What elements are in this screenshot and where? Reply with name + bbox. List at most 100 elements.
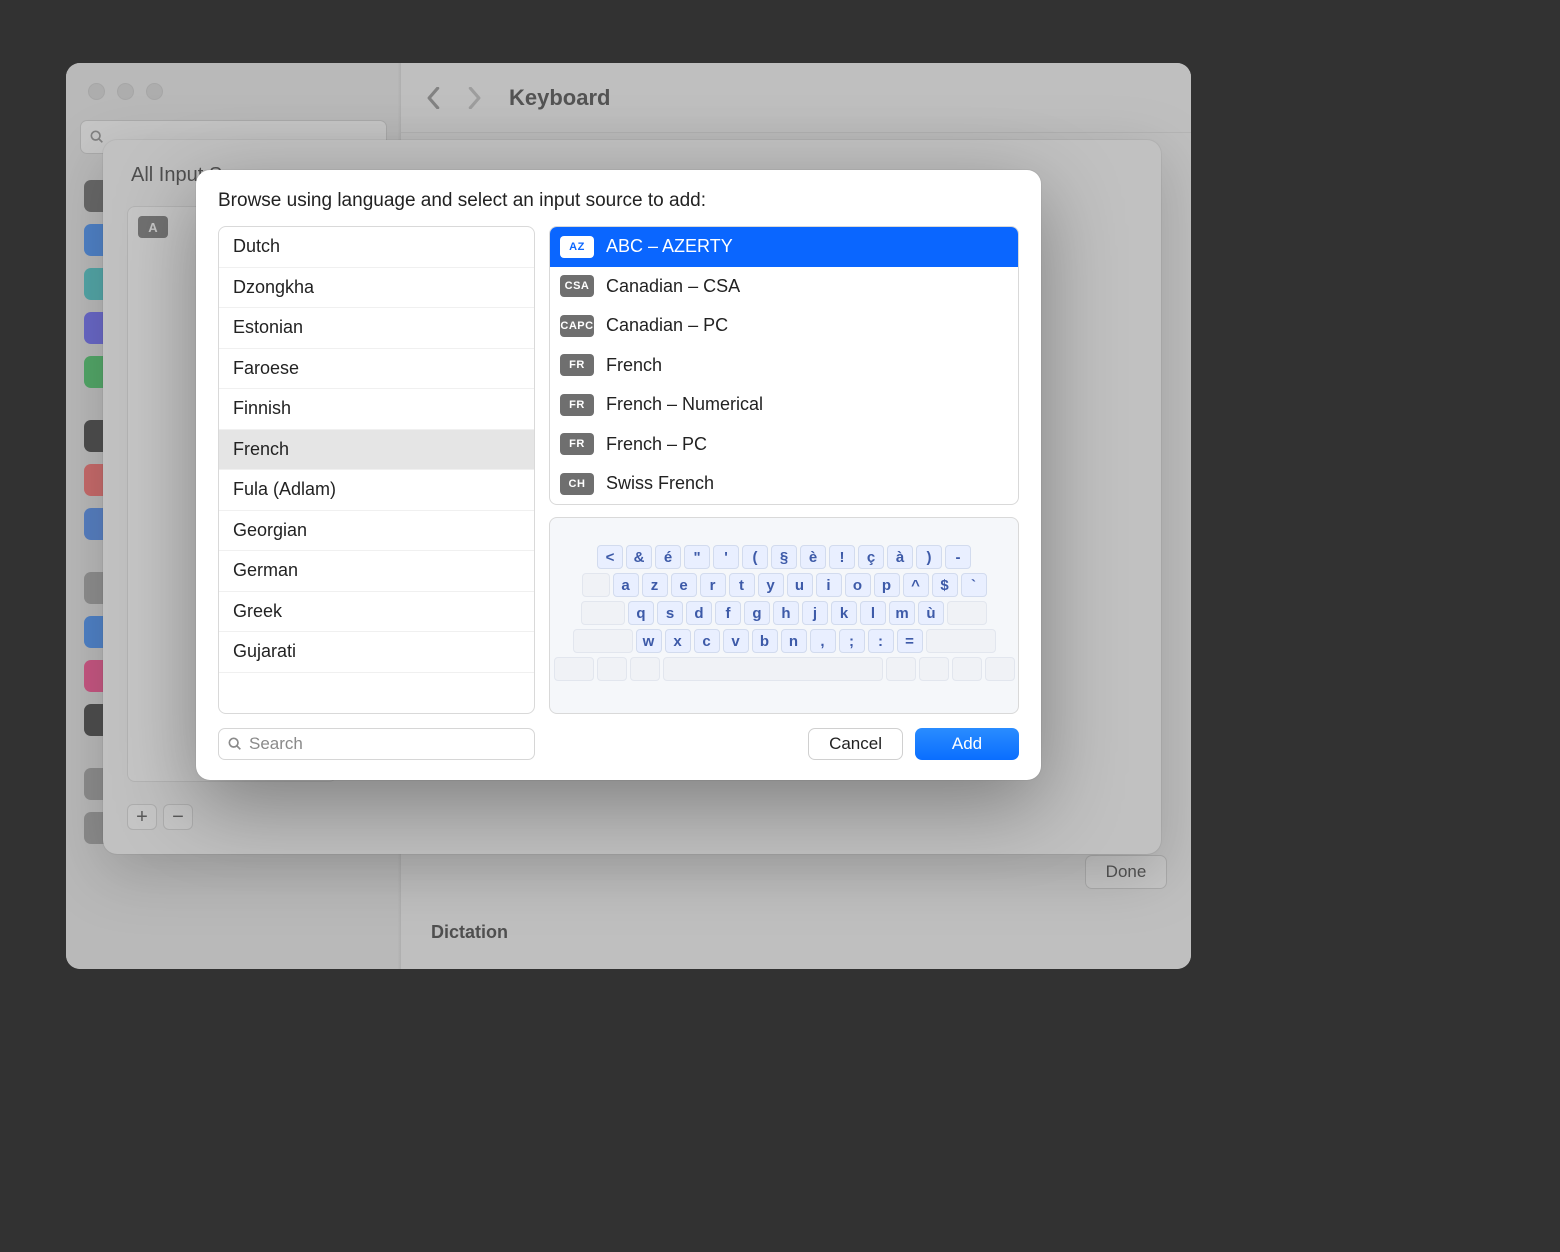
keyboard-key: s [657,601,683,625]
keyboard-key: ç [858,545,884,569]
keyboard-key: < [597,545,623,569]
keyboard-key: : [868,629,894,653]
modifier-key [952,657,982,681]
input-source-badge: FR [560,394,594,416]
keyboard-key: y [758,573,784,597]
keyboard-key: c [694,629,720,653]
keyboard-key: ` [961,573,987,597]
input-source-badge: CSA [560,275,594,297]
keyboard-key: n [781,629,807,653]
keyboard-key: b [752,629,778,653]
keyboard-key: " [684,545,710,569]
keyboard-key: t [729,573,755,597]
language-item[interactable]: German [219,551,534,592]
modifier-key [663,657,883,681]
keyboard-key: ^ [903,573,929,597]
keyboard-row [554,657,1015,681]
language-item[interactable]: Fula (Adlam) [219,470,534,511]
keyboard-key: g [744,601,770,625]
keyboard-key: d [686,601,712,625]
input-source-label: French [606,355,662,376]
keyboard-key: - [945,545,971,569]
input-source-badge: AZ [560,236,594,258]
input-source-list[interactable]: AZ ABC – AZERTY CSA Canadian – CSA CAPCCanad… [549,226,1019,505]
keyboard-key: l [860,601,886,625]
language-item[interactable]: Gujarati [219,632,534,673]
input-source-label: French – PC [606,434,707,455]
keyboard-key: é [655,545,681,569]
keyboard-key: j [802,601,828,625]
keyboard-key: r [700,573,726,597]
modifier-key [985,657,1015,681]
keyboard-row: qsdfghjklmù [581,601,987,625]
language-item[interactable]: Faroese [219,349,534,390]
modifier-key [926,629,996,653]
input-source-item[interactable]: FR French – PC [550,425,1018,465]
modal-search-input[interactable]: Search [218,728,535,760]
input-source-label: Canadian – PC [606,315,728,336]
keyboard-key: § [771,545,797,569]
input-source-badge: FR [560,433,594,455]
language-item[interactable]: Estonian [219,308,534,349]
keyboard-key: a [613,573,639,597]
input-source-item[interactable]: FR French [550,346,1018,386]
modifier-key [630,657,660,681]
search-icon [227,736,243,752]
modifier-key [554,657,594,681]
input-source-label: Swiss French [606,473,714,494]
search-placeholder: Search [249,734,303,754]
keyboard-key: è [800,545,826,569]
modifier-key [582,573,610,597]
keyboard-key: ! [829,545,855,569]
keyboard-key: o [845,573,871,597]
language-list[interactable]: DutchDzongkhaEstonianFaroeseFinnishFrenc… [218,226,535,714]
keyboard-key: = [897,629,923,653]
modifier-key [573,629,633,653]
language-item[interactable]: Greek [219,592,534,633]
input-source-item[interactable]: CH Swiss French [550,464,1018,504]
keyboard-key: k [831,601,857,625]
keyboard-key: p [874,573,900,597]
input-source-label: ABC – AZERTY [606,236,733,257]
keyboard-key: z [642,573,668,597]
input-source-label: Canadian – CSA [606,276,740,297]
input-source-label: French – Numerical [606,394,763,415]
input-source-badge: FR [560,354,594,376]
input-source-item[interactable]: FR French – Numerical [550,385,1018,425]
input-source-badge: CH [560,473,594,495]
modifier-key [919,657,949,681]
keyboard-key: à [887,545,913,569]
input-source-item[interactable]: AZ ABC – AZERTY [550,227,1018,267]
keyboard-key: u [787,573,813,597]
language-item[interactable]: Georgian [219,511,534,552]
keyboard-row: wxcvbn,;:= [573,629,996,653]
modal-title: Browse using language and select an inpu… [218,190,1019,212]
keyboard-key: h [773,601,799,625]
keyboard-key: v [723,629,749,653]
keyboard-key: e [671,573,697,597]
keyboard-key: ù [918,601,944,625]
language-item[interactable]: French [219,430,534,471]
keyboard-key: ' [713,545,739,569]
keyboard-key: f [715,601,741,625]
cancel-button[interactable]: Cancel [808,728,903,760]
keyboard-row: <&é"'(§è!çà)- [597,545,971,569]
modifier-key [581,601,625,625]
language-item[interactable]: Finnish [219,389,534,430]
input-source-item[interactable]: CAPCCanadian – PC [550,306,1018,346]
keyboard-key: q [628,601,654,625]
keyboard-key: x [665,629,691,653]
keyboard-preview: <&é"'(§è!çà)-azertyuiop^$`qsdfghjklmùwxc… [549,517,1019,715]
add-input-source-modal: Browse using language and select an inpu… [196,170,1041,780]
keyboard-key: , [810,629,836,653]
language-item[interactable]: Dzongkha [219,268,534,309]
input-source-item[interactable]: CSA Canadian – CSA [550,267,1018,307]
add-button[interactable]: Add [915,728,1019,760]
keyboard-key: i [816,573,842,597]
modifier-key [947,601,987,625]
modifier-key [886,657,916,681]
language-item[interactable]: Dutch [219,227,534,268]
keyboard-key: ( [742,545,768,569]
keyboard-key: w [636,629,662,653]
modifier-key [597,657,627,681]
